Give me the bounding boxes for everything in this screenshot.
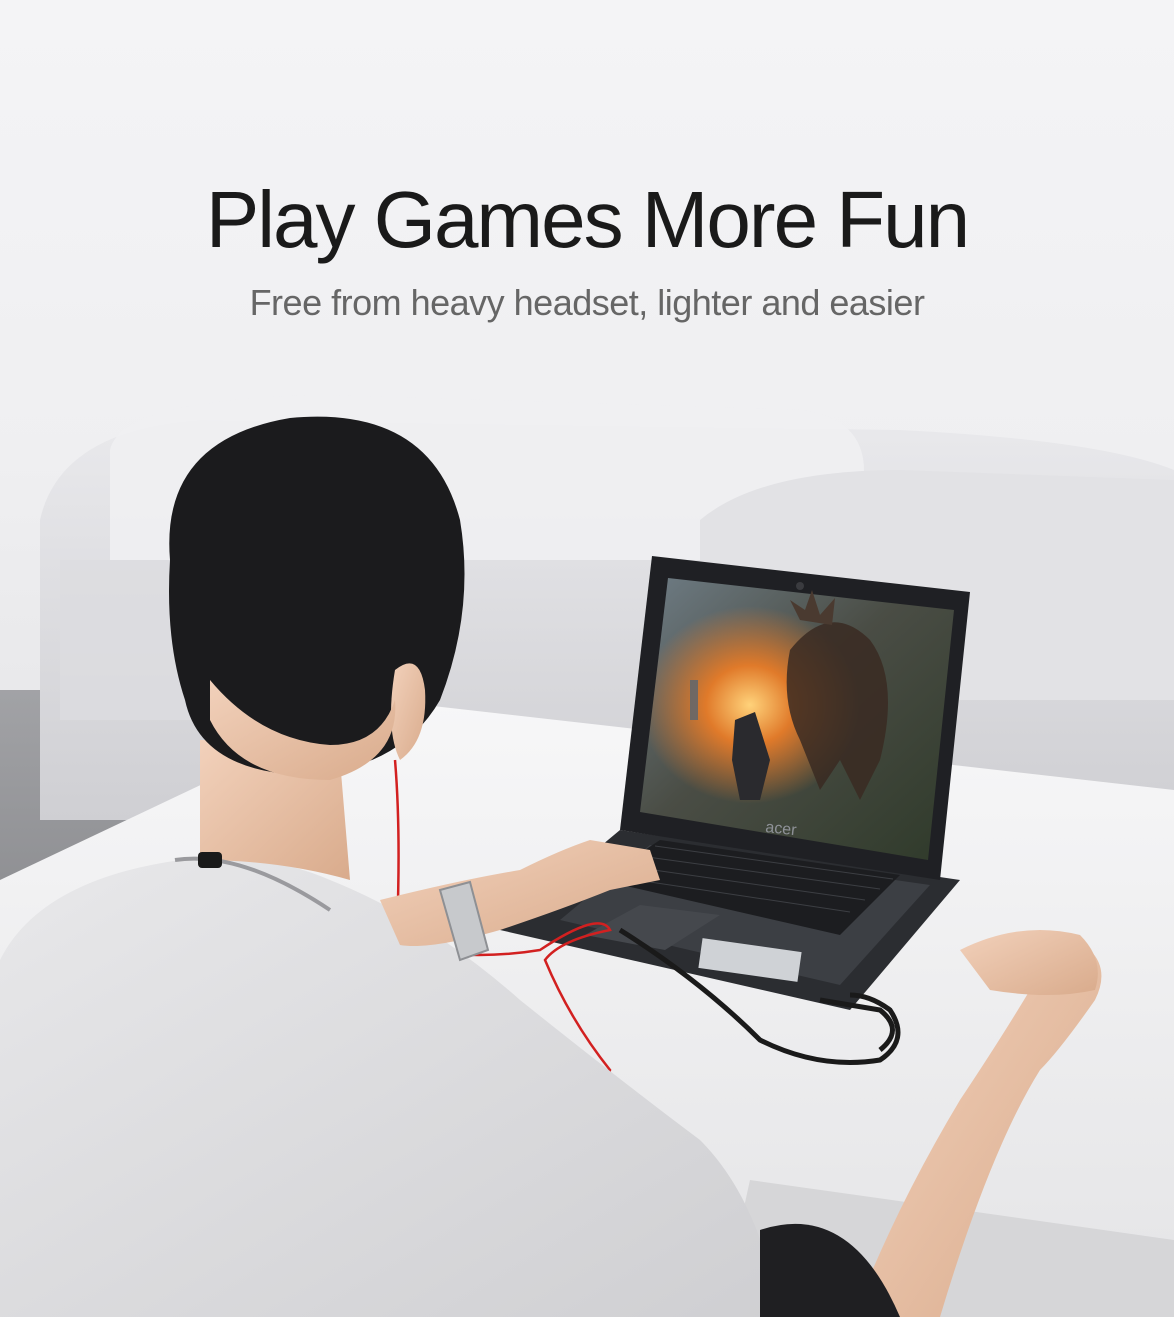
page-title: Play Games More Fun [205,175,970,264]
page-subtitle: Free from heavy headset, lighter and eas… [249,282,925,323]
laptop-brand: acer [765,819,798,839]
webcam [796,582,804,590]
product-banner: acer Play Games More Fun Free from heavy… [0,0,1174,1317]
